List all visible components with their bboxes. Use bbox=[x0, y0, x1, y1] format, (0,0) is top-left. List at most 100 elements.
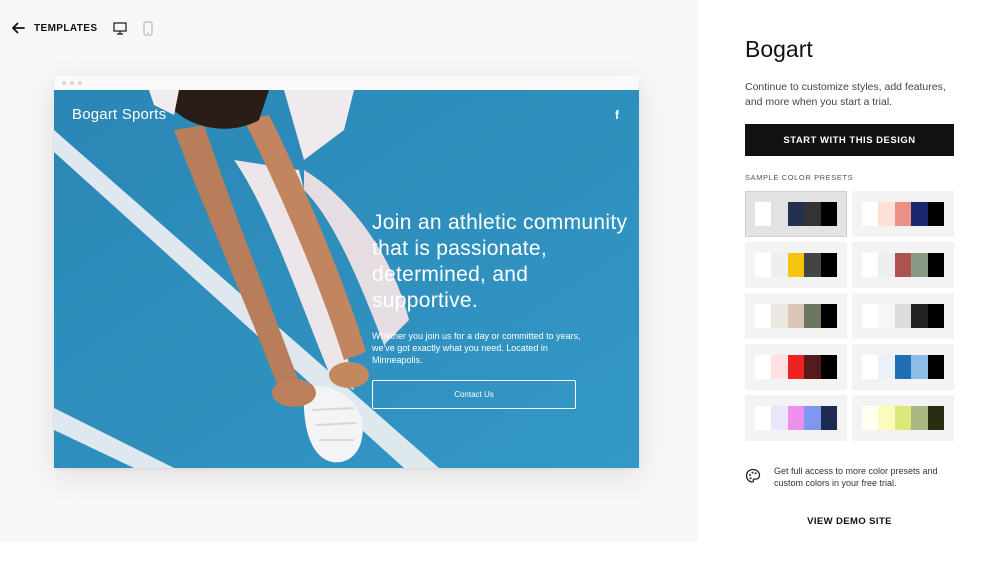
color-swatch bbox=[911, 253, 928, 277]
color-promo: Get full access to more color presets an… bbox=[745, 465, 954, 489]
color-presets-label: SAMPLE COLOR PRESETS bbox=[745, 173, 854, 182]
color-swatch bbox=[771, 355, 788, 379]
preset-swatches bbox=[861, 304, 945, 328]
preset-swatches bbox=[754, 355, 838, 379]
color-swatch bbox=[878, 253, 895, 277]
color-swatch bbox=[927, 202, 945, 226]
color-swatch bbox=[754, 253, 772, 277]
color-swatch bbox=[861, 355, 879, 379]
color-preset-7[interactable] bbox=[745, 344, 847, 390]
color-swatch bbox=[878, 304, 895, 328]
color-swatch bbox=[927, 304, 945, 328]
back-to-templates-button[interactable]: TEMPLATES bbox=[10, 20, 97, 36]
color-preset-5[interactable] bbox=[745, 293, 847, 339]
preset-swatches bbox=[754, 304, 838, 328]
template-details-panel: Bogart Continue to customize styles, add… bbox=[698, 0, 1000, 566]
color-swatch bbox=[861, 406, 879, 430]
site-title[interactable]: Bogart Sports bbox=[72, 106, 166, 123]
color-swatch bbox=[754, 202, 772, 226]
color-swatch bbox=[820, 355, 838, 379]
color-swatch bbox=[894, 406, 912, 430]
color-swatch bbox=[804, 406, 821, 430]
color-preset-1[interactable] bbox=[745, 191, 847, 237]
color-swatch bbox=[804, 304, 821, 328]
color-swatch bbox=[927, 406, 945, 430]
browser-preview-frame: Bogart Sports f Join an athletic communi… bbox=[54, 76, 639, 468]
start-with-this-design-button[interactable]: START WITH THIS DESIGN bbox=[745, 124, 954, 156]
mobile-view-button[interactable] bbox=[143, 20, 154, 36]
hero-heading: Join an athletic community that is passi… bbox=[372, 211, 628, 312]
color-preset-8[interactable] bbox=[852, 344, 954, 390]
preset-swatches bbox=[754, 202, 838, 226]
color-swatch bbox=[754, 304, 772, 328]
view-demo-site-link[interactable]: VIEW DEMO SITE bbox=[745, 516, 954, 527]
arrow-left-icon bbox=[12, 22, 25, 34]
color-swatch bbox=[894, 202, 912, 226]
preview-pane: TEMPLATES Bogart Sports f Join an athlet… bbox=[0, 0, 698, 542]
color-swatch bbox=[820, 406, 838, 430]
color-swatch bbox=[911, 304, 928, 328]
template-description: Continue to customize styles, add featur… bbox=[745, 81, 946, 108]
color-swatch bbox=[804, 253, 821, 277]
facebook-icon[interactable]: f bbox=[615, 108, 619, 122]
color-swatch bbox=[894, 253, 912, 277]
color-swatch bbox=[820, 253, 838, 277]
color-swatch bbox=[878, 355, 895, 379]
color-preset-9[interactable] bbox=[745, 395, 847, 441]
color-swatch bbox=[894, 304, 912, 328]
browser-dot bbox=[62, 81, 66, 85]
browser-bar bbox=[54, 76, 639, 90]
color-swatch bbox=[771, 406, 788, 430]
color-preset-2[interactable] bbox=[852, 191, 954, 237]
desktop-icon bbox=[113, 21, 128, 35]
color-swatch bbox=[787, 304, 805, 328]
color-swatch bbox=[804, 202, 821, 226]
color-swatch bbox=[878, 202, 895, 226]
color-swatch bbox=[861, 202, 879, 226]
color-swatch bbox=[861, 253, 879, 277]
desktop-view-button[interactable] bbox=[113, 21, 128, 35]
color-preset-10[interactable] bbox=[852, 395, 954, 441]
browser-dot bbox=[78, 81, 82, 85]
hero-section: Bogart Sports f Join an athletic communi… bbox=[54, 90, 639, 468]
color-swatch bbox=[911, 202, 928, 226]
color-preset-3[interactable] bbox=[745, 242, 847, 288]
color-swatch bbox=[787, 406, 805, 430]
color-swatch bbox=[927, 253, 945, 277]
browser-dot bbox=[70, 81, 74, 85]
color-swatch bbox=[787, 355, 805, 379]
color-swatch bbox=[878, 406, 895, 430]
color-swatch bbox=[927, 355, 945, 379]
color-swatch bbox=[861, 304, 879, 328]
preview-toolbar: TEMPLATES bbox=[10, 17, 154, 39]
color-swatch bbox=[771, 253, 788, 277]
color-swatch bbox=[771, 304, 788, 328]
color-swatch bbox=[787, 202, 805, 226]
color-swatch bbox=[771, 202, 788, 226]
color-swatch bbox=[754, 355, 772, 379]
preset-swatches bbox=[754, 406, 838, 430]
color-swatch bbox=[820, 202, 838, 226]
promo-text: Get full access to more color presets an… bbox=[774, 466, 938, 488]
color-swatch bbox=[754, 406, 772, 430]
preset-swatches bbox=[754, 253, 838, 277]
palette-icon bbox=[745, 468, 761, 483]
preset-swatches bbox=[861, 202, 945, 226]
color-preset-4[interactable] bbox=[852, 242, 954, 288]
color-swatch bbox=[911, 406, 928, 430]
color-swatch bbox=[820, 304, 838, 328]
color-swatch bbox=[894, 355, 912, 379]
color-swatch bbox=[911, 355, 928, 379]
templates-label: TEMPLATES bbox=[34, 22, 98, 34]
contact-us-button[interactable]: Contact Us bbox=[372, 380, 576, 409]
template-name: Bogart bbox=[745, 36, 813, 62]
color-swatch bbox=[787, 253, 805, 277]
hero-subtext: Whether you join us for a day or committ… bbox=[372, 331, 581, 365]
preset-swatches bbox=[861, 355, 945, 379]
preset-swatches bbox=[861, 253, 945, 277]
color-swatch bbox=[804, 355, 821, 379]
mobile-icon bbox=[143, 20, 154, 36]
preset-swatches bbox=[861, 406, 945, 430]
color-preset-6[interactable] bbox=[852, 293, 954, 339]
color-presets-grid bbox=[745, 191, 954, 441]
